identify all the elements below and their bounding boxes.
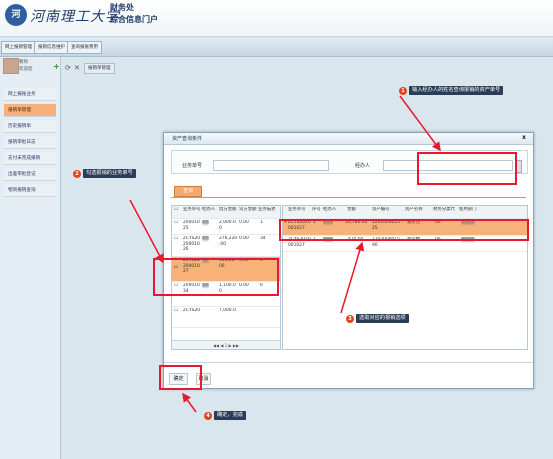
step-label-1: 输入经办人的姓名查询报销的资产单号 [409,86,504,95]
step-label-3: 选取对应的报销选项 [356,314,409,323]
step-badge-3: 3 [346,315,354,323]
step-badge-1: 1 [399,87,407,95]
arrow-step4 [182,392,197,413]
annotation-arrows [129,95,441,413]
arrow-step2 [129,199,164,264]
arrow-step1 [399,95,441,152]
step-badge-2: 2 [73,170,81,178]
step-label-4: 确定，完成 [214,411,246,420]
step-badge-4: 4 [204,412,212,420]
arrow-step3 [340,241,365,314]
step-label-2: 勾选报销的业务单号 [83,169,136,178]
